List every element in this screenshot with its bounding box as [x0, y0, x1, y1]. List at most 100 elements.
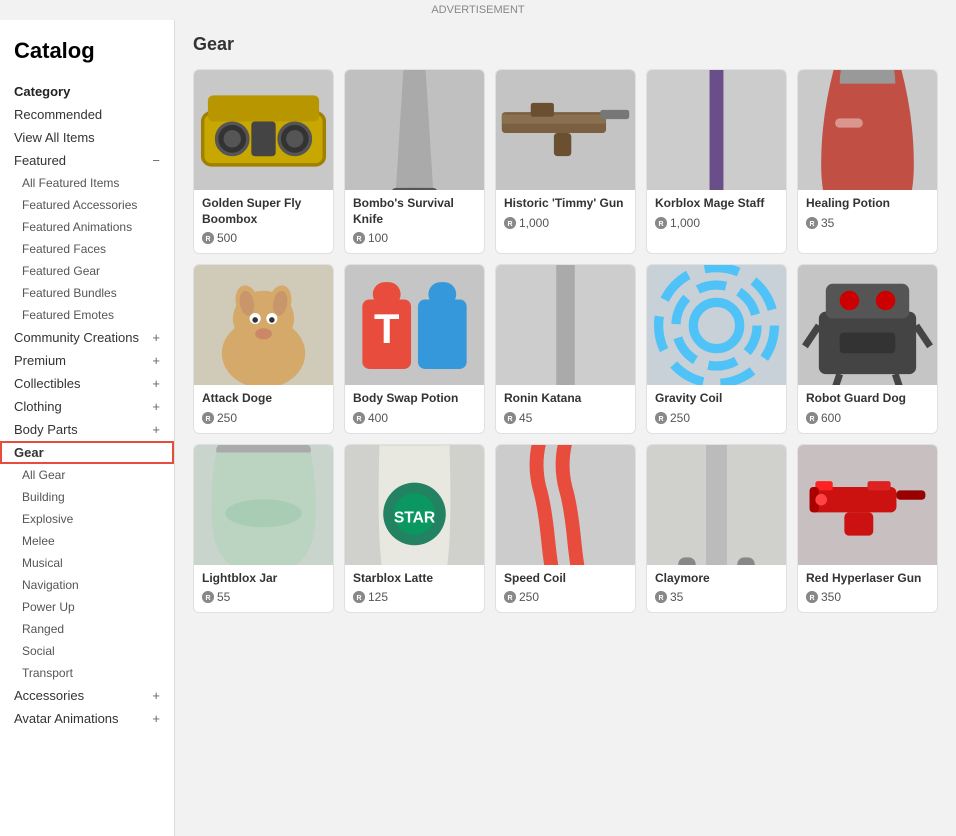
sidebar-item-gear[interactable]: Gear	[0, 441, 174, 464]
item-image	[798, 445, 937, 565]
price-value: 45	[519, 411, 532, 425]
item-image	[345, 70, 484, 190]
sidebar-item-label: Premium	[14, 353, 66, 368]
item-info: Attack Doge R 250	[194, 385, 333, 433]
sidebar-item-featured-animations[interactable]: Featured Animations	[0, 216, 174, 238]
expand-icon: +	[152, 353, 160, 368]
price-value: 250	[519, 590, 539, 604]
sidebar-item-view-all[interactable]: View All Items	[0, 126, 174, 149]
sidebar-item-featured-gear[interactable]: Featured Gear	[0, 260, 174, 282]
sidebar-item-explosive[interactable]: Explosive	[0, 508, 174, 530]
sidebar-item-featured-accessories[interactable]: Featured Accessories	[0, 194, 174, 216]
item-name: Body Swap Potion	[353, 391, 476, 407]
sidebar-item-label: Clothing	[14, 399, 62, 414]
item-price: R 125	[353, 590, 476, 604]
item-info: Lightblox Jar R 55	[194, 565, 333, 613]
sidebar-item-recommended[interactable]: Recommended	[0, 103, 174, 126]
item-card[interactable]: Red Hyperlaser Gun R 350	[797, 444, 938, 614]
sidebar-item-melee[interactable]: Melee	[0, 530, 174, 552]
item-image	[496, 70, 635, 190]
sidebar-item-collectibles[interactable]: Collectibles+	[0, 372, 174, 395]
sidebar-item-transport[interactable]: Transport	[0, 662, 174, 684]
sidebar-item-featured-faces[interactable]: Featured Faces	[0, 238, 174, 260]
svg-text:R: R	[809, 416, 814, 423]
item-card[interactable]: Gravity Coil R 250	[646, 264, 787, 434]
sidebar-item-featured-bundles[interactable]: Featured Bundles	[0, 282, 174, 304]
sidebar-item-all-featured[interactable]: All Featured Items	[0, 172, 174, 194]
robux-icon: R	[655, 217, 667, 229]
price-value: 1,000	[519, 216, 549, 230]
item-card[interactable]: Bombo's Survival Knife R 100	[344, 69, 485, 254]
robux-icon: R	[504, 591, 516, 603]
item-price: R 100	[353, 231, 476, 245]
sidebar-item-clothing[interactable]: Clothing+	[0, 395, 174, 418]
item-image	[647, 70, 786, 190]
item-info: Robot Guard Dog R 600	[798, 385, 937, 433]
item-image	[798, 265, 937, 385]
item-card[interactable]: Robot Guard Dog R 600	[797, 264, 938, 434]
item-image	[647, 445, 786, 565]
item-info: Red Hyperlaser Gun R 350	[798, 565, 937, 613]
sidebar-item-label: Transport	[22, 666, 73, 680]
sidebar-item-all-gear[interactable]: All Gear	[0, 464, 174, 486]
price-value: 100	[368, 231, 388, 245]
item-name: Attack Doge	[202, 391, 325, 407]
sidebar-item-navigation[interactable]: Navigation	[0, 574, 174, 596]
sidebar-item-label: Body Parts	[14, 422, 78, 437]
robux-icon: R	[806, 217, 818, 229]
svg-text:R: R	[507, 595, 512, 602]
item-card[interactable]: STAR Starblox Latte R 125	[344, 444, 485, 614]
sidebar-item-avatar-animations[interactable]: Avatar Animations+	[0, 707, 174, 730]
sidebar-item-community-creations[interactable]: Community Creations+	[0, 326, 174, 349]
item-image	[496, 265, 635, 385]
item-card[interactable]: Lightblox Jar R 55	[193, 444, 334, 614]
item-price: R 250	[202, 411, 325, 425]
robux-icon: R	[353, 591, 365, 603]
sidebar-item-premium[interactable]: Premium +	[0, 349, 174, 372]
sidebar-item-accessories[interactable]: Accessories+	[0, 684, 174, 707]
item-card[interactable]: Attack Doge R 250	[193, 264, 334, 434]
robux-icon: R	[353, 412, 365, 424]
svg-text:R: R	[809, 221, 814, 228]
expand-icon: −	[152, 153, 160, 168]
item-card[interactable]: Golden Super Fly Boombox R 500	[193, 69, 334, 254]
price-value: 55	[217, 590, 230, 604]
item-image: T	[345, 265, 484, 385]
item-info: Korblox Mage Staff R 1,000	[647, 190, 786, 238]
svg-text:R: R	[356, 416, 361, 423]
sidebar-item-label: Gear	[14, 445, 44, 460]
sidebar-item-label: All Gear	[22, 468, 65, 482]
item-card[interactable]: Healing Potion R 35	[797, 69, 938, 254]
item-name: Robot Guard Dog	[806, 391, 929, 407]
item-card[interactable]: Claymore R 35	[646, 444, 787, 614]
item-card[interactable]: Historic 'Timmy' Gun R 1,000	[495, 69, 636, 254]
robux-icon: R	[806, 591, 818, 603]
sidebar-item-ranged[interactable]: Ranged	[0, 618, 174, 640]
sidebar-item-label: Power Up	[22, 600, 75, 614]
sidebar-item-building[interactable]: Building	[0, 486, 174, 508]
item-card[interactable]: Ronin Katana R 45	[495, 264, 636, 434]
svg-text:R: R	[507, 416, 512, 423]
content-area: Gear Golden Super Fly Boombox R 500 Bomb…	[175, 20, 956, 836]
item-card[interactable]: T Body Swap Potion R 400	[344, 264, 485, 434]
svg-text:R: R	[809, 595, 814, 602]
sidebar-item-featured[interactable]: Featured−	[0, 149, 174, 172]
item-name: Historic 'Timmy' Gun	[504, 196, 627, 212]
price-value: 35	[821, 216, 834, 230]
item-info: Body Swap Potion R 400	[345, 385, 484, 433]
item-info: Speed Coil R 250	[496, 565, 635, 613]
item-card[interactable]: Speed Coil R 250	[495, 444, 636, 614]
svg-text:R: R	[356, 236, 361, 243]
item-card[interactable]: Korblox Mage Staff R 1,000	[646, 69, 787, 254]
sidebar-item-social[interactable]: Social	[0, 640, 174, 662]
item-name: Speed Coil	[504, 571, 627, 587]
sidebar-item-musical[interactable]: Musical	[0, 552, 174, 574]
sidebar-item-label: Ranged	[22, 622, 64, 636]
price-value: 125	[368, 590, 388, 604]
sidebar-item-body-parts[interactable]: Body Parts+	[0, 418, 174, 441]
sidebar-item-featured-emotes[interactable]: Featured Emotes	[0, 304, 174, 326]
item-name: Bombo's Survival Knife	[353, 196, 476, 227]
price-value: 400	[368, 411, 388, 425]
robux-icon: R	[806, 412, 818, 424]
sidebar-item-power-up[interactable]: Power Up	[0, 596, 174, 618]
